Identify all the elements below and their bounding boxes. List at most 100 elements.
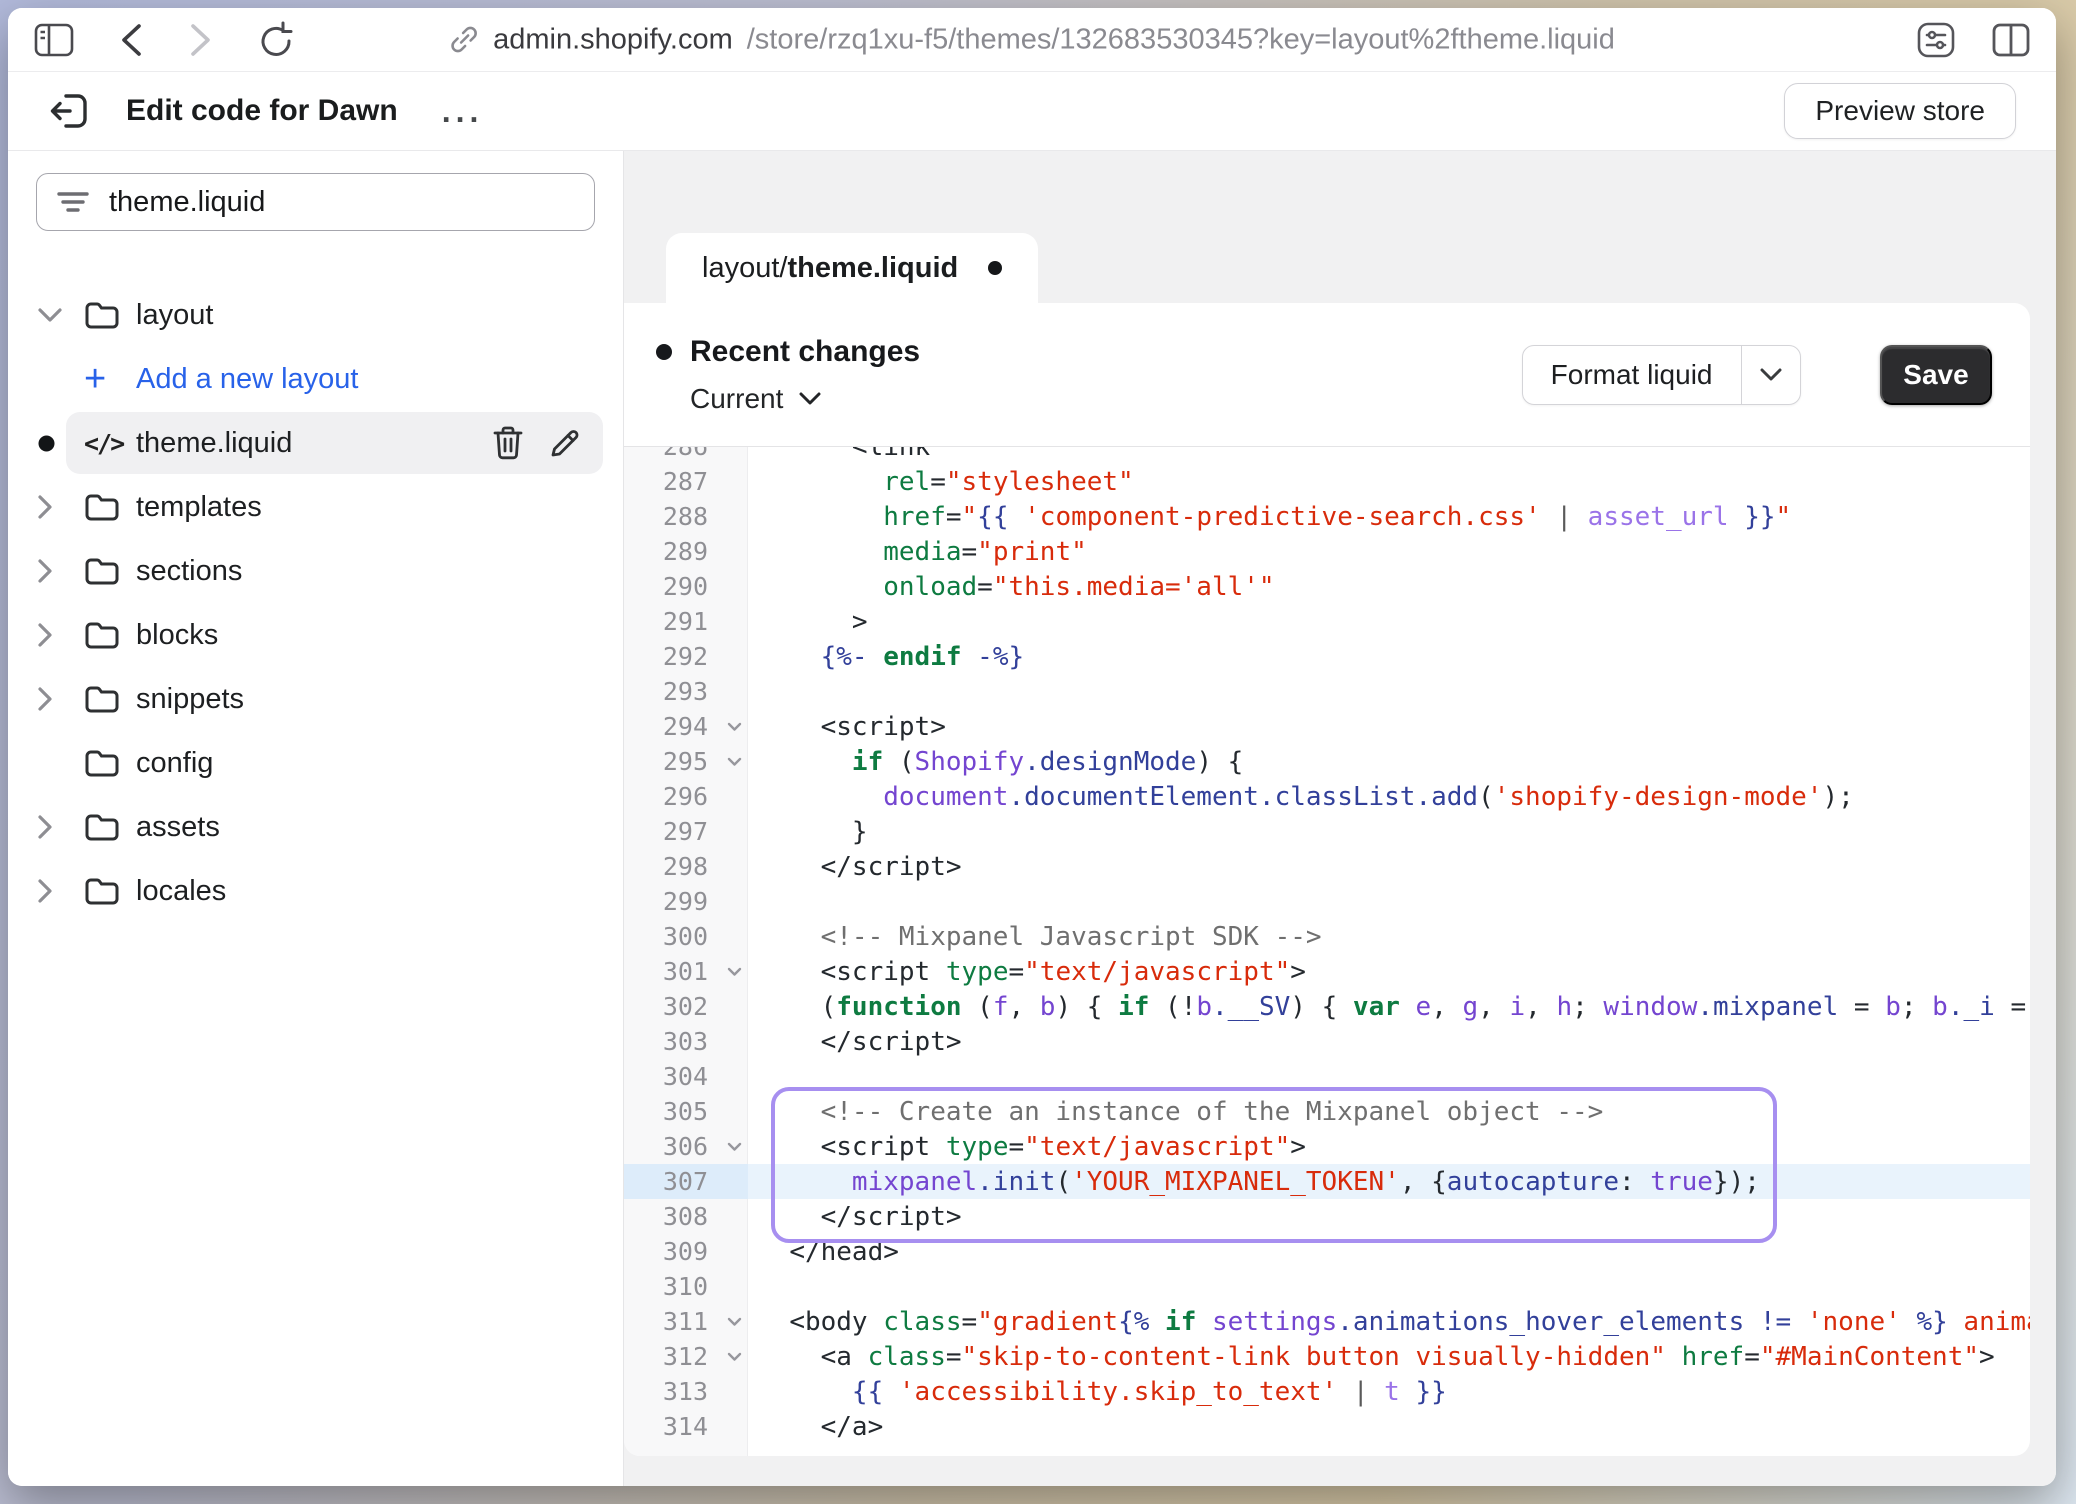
chevron-right-icon[interactable] xyxy=(38,815,84,839)
code-text: href="{{ 'component-predictive-search.cs… xyxy=(748,502,1791,532)
code-line-290[interactable]: 290 onload="this.media='all'" xyxy=(624,569,2030,604)
fold-toggle-icon[interactable] xyxy=(727,1352,742,1362)
save-button[interactable]: Save xyxy=(1880,345,1992,405)
code-line-289[interactable]: 289 media="print" xyxy=(624,534,2030,569)
code-line-314[interactable]: 314 </a> xyxy=(624,1409,2030,1444)
rename-file-icon[interactable] xyxy=(549,427,581,459)
file-search-input[interactable]: theme.liquid xyxy=(36,173,595,231)
code-line-294[interactable]: 294 <script> xyxy=(624,709,2030,744)
app-header: Edit code for Dawn ... Preview store xyxy=(8,72,2056,150)
code-line-307[interactable]: 307 mixpanel.init('YOUR_MIXPANEL_TOKEN',… xyxy=(624,1164,2030,1199)
url-path: /store/rzq1xu-f5/themes/132683530345?key… xyxy=(747,23,1615,56)
code-line-305[interactable]: 305 <!-- Create an instance of the Mixpa… xyxy=(624,1094,2030,1129)
file-tree: layout+Add a new layout</>theme.liquidte… xyxy=(8,283,623,923)
line-number: 297 xyxy=(624,814,748,849)
code-line-310[interactable]: 310 xyxy=(624,1269,2030,1304)
code-line-298[interactable]: 298 </script> xyxy=(624,849,2030,884)
code-line-296[interactable]: 296 document.documentElement.classList.a… xyxy=(624,779,2030,814)
plus-icon: + xyxy=(84,360,136,398)
sidebar-toggle-icon[interactable] xyxy=(34,23,74,57)
sidebar-item-theme-liquid[interactable]: </>theme.liquid xyxy=(8,411,623,475)
code-text: </script> xyxy=(748,1202,962,1232)
page-title: Edit code for Dawn xyxy=(126,94,398,128)
line-number: 299 xyxy=(624,884,748,919)
sidebar-item-templates[interactable]: templates xyxy=(8,475,623,539)
sidebar-item-locales[interactable]: locales xyxy=(8,859,623,923)
chevron-right-icon[interactable] xyxy=(38,687,84,711)
line-number: 307 xyxy=(624,1164,748,1199)
line-number: 309 xyxy=(624,1234,748,1269)
line-number: 291 xyxy=(624,604,748,639)
code-line-309[interactable]: 309 </head> xyxy=(624,1234,2030,1269)
code-line-293[interactable]: 293 xyxy=(624,674,2030,709)
sidebar-add-add-a-new-layout[interactable]: +Add a new layout xyxy=(8,347,623,411)
delete-file-icon[interactable] xyxy=(493,426,523,460)
code-line-312[interactable]: 312 <a class="skip-to-content-link butto… xyxy=(624,1339,2030,1374)
code-line-299[interactable]: 299 xyxy=(624,884,2030,919)
tab-theme-liquid[interactable]: layout/theme.liquid xyxy=(666,233,1038,303)
code-line-313[interactable]: 313 {{ 'accessibility.skip_to_text' | t … xyxy=(624,1374,2030,1409)
line-number: 298 xyxy=(624,849,748,884)
chevron-right-icon[interactable] xyxy=(38,879,84,903)
code-text: (function (f, b) { if (!b.__SV) { var e,… xyxy=(748,992,2026,1022)
code-line-304[interactable]: 304 xyxy=(624,1059,2030,1094)
code-line-303[interactable]: 303 </script> xyxy=(624,1024,2030,1059)
line-number: 314 xyxy=(624,1409,748,1444)
back-button-icon[interactable] xyxy=(118,22,144,58)
fold-toggle-icon[interactable] xyxy=(727,1142,742,1152)
code-editor[interactable]: 286 <link287 rel="stylesheet"288 href="{… xyxy=(624,447,2030,1456)
line-number: 303 xyxy=(624,1024,748,1059)
code-text: media="print" xyxy=(748,537,1087,567)
line-number: 294 xyxy=(624,709,748,744)
link-icon xyxy=(449,25,479,55)
fold-toggle-icon[interactable] xyxy=(727,757,742,767)
chevron-right-icon[interactable] xyxy=(38,623,84,647)
code-line-287[interactable]: 287 rel="stylesheet" xyxy=(624,464,2030,499)
chevron-right-icon[interactable] xyxy=(38,495,84,519)
sidebar-item-snippets[interactable]: snippets xyxy=(8,667,623,731)
code-line-308[interactable]: 308 </script> xyxy=(624,1199,2030,1234)
code-text: {{ 'accessibility.skip_to_text' | t }} xyxy=(748,1377,1447,1407)
version-dropdown[interactable]: Current xyxy=(690,383,1522,415)
sidebar-item-assets[interactable]: assets xyxy=(8,795,623,859)
format-liquid-button[interactable]: Format liquid xyxy=(1522,345,1801,405)
line-number: 290 xyxy=(624,569,748,604)
fold-toggle-icon[interactable] xyxy=(727,967,742,977)
sidebar-item-blocks[interactable]: blocks xyxy=(8,603,623,667)
code-line-295[interactable]: 295 if (Shopify.designMode) { xyxy=(624,744,2030,779)
code-line-300[interactable]: 300 <!-- Mixpanel Javascript SDK --> xyxy=(624,919,2030,954)
code-line-301[interactable]: 301 <script type="text/javascript"> xyxy=(624,954,2030,989)
code-line-291[interactable]: 291 > xyxy=(624,604,2030,639)
browser-window: admin.shopify.com/store/rzq1xu-f5/themes… xyxy=(8,8,2056,1486)
preview-store-button[interactable]: Preview store xyxy=(1784,83,2016,139)
page-settings-icon[interactable] xyxy=(1916,21,1956,59)
active-file-dot xyxy=(38,435,84,452)
chevron-right-icon[interactable] xyxy=(38,559,84,583)
reload-icon[interactable] xyxy=(258,21,294,59)
tree-item-label: config xyxy=(136,747,213,780)
split-view-icon[interactable] xyxy=(1992,23,2030,57)
exit-editor-icon[interactable] xyxy=(48,88,92,134)
code-text: <script> xyxy=(748,712,946,742)
format-liquid-caret[interactable] xyxy=(1742,346,1800,404)
more-actions-button[interactable]: ... xyxy=(442,106,484,116)
address-bar[interactable]: admin.shopify.com/store/rzq1xu-f5/themes… xyxy=(449,23,1615,56)
fold-toggle-icon[interactable] xyxy=(727,1317,742,1327)
sidebar-item-sections[interactable]: sections xyxy=(8,539,623,603)
sidebar-item-config[interactable]: config xyxy=(8,731,623,795)
sidebar-item-layout[interactable]: layout xyxy=(8,283,623,347)
line-number: 300 xyxy=(624,919,748,954)
forward-button-icon[interactable] xyxy=(188,22,214,58)
code-line-311[interactable]: 311 <body class="gradient{% if settings.… xyxy=(624,1304,2030,1339)
chevron-down-icon[interactable] xyxy=(38,308,84,323)
folder-icon xyxy=(84,812,136,842)
line-number: 296 xyxy=(624,779,748,814)
chevron-down-icon xyxy=(799,392,821,406)
code-line-286[interactable]: 286 <link xyxy=(624,447,2030,464)
code-line-292[interactable]: 292 {%- endif -%} xyxy=(624,639,2030,674)
code-line-306[interactable]: 306 <script type="text/javascript"> xyxy=(624,1129,2030,1164)
fold-toggle-icon[interactable] xyxy=(727,722,742,732)
code-line-288[interactable]: 288 href="{{ 'component-predictive-searc… xyxy=(624,499,2030,534)
code-line-297[interactable]: 297 } xyxy=(624,814,2030,849)
code-line-302[interactable]: 302 (function (f, b) { if (!b.__SV) { va… xyxy=(624,989,2030,1024)
